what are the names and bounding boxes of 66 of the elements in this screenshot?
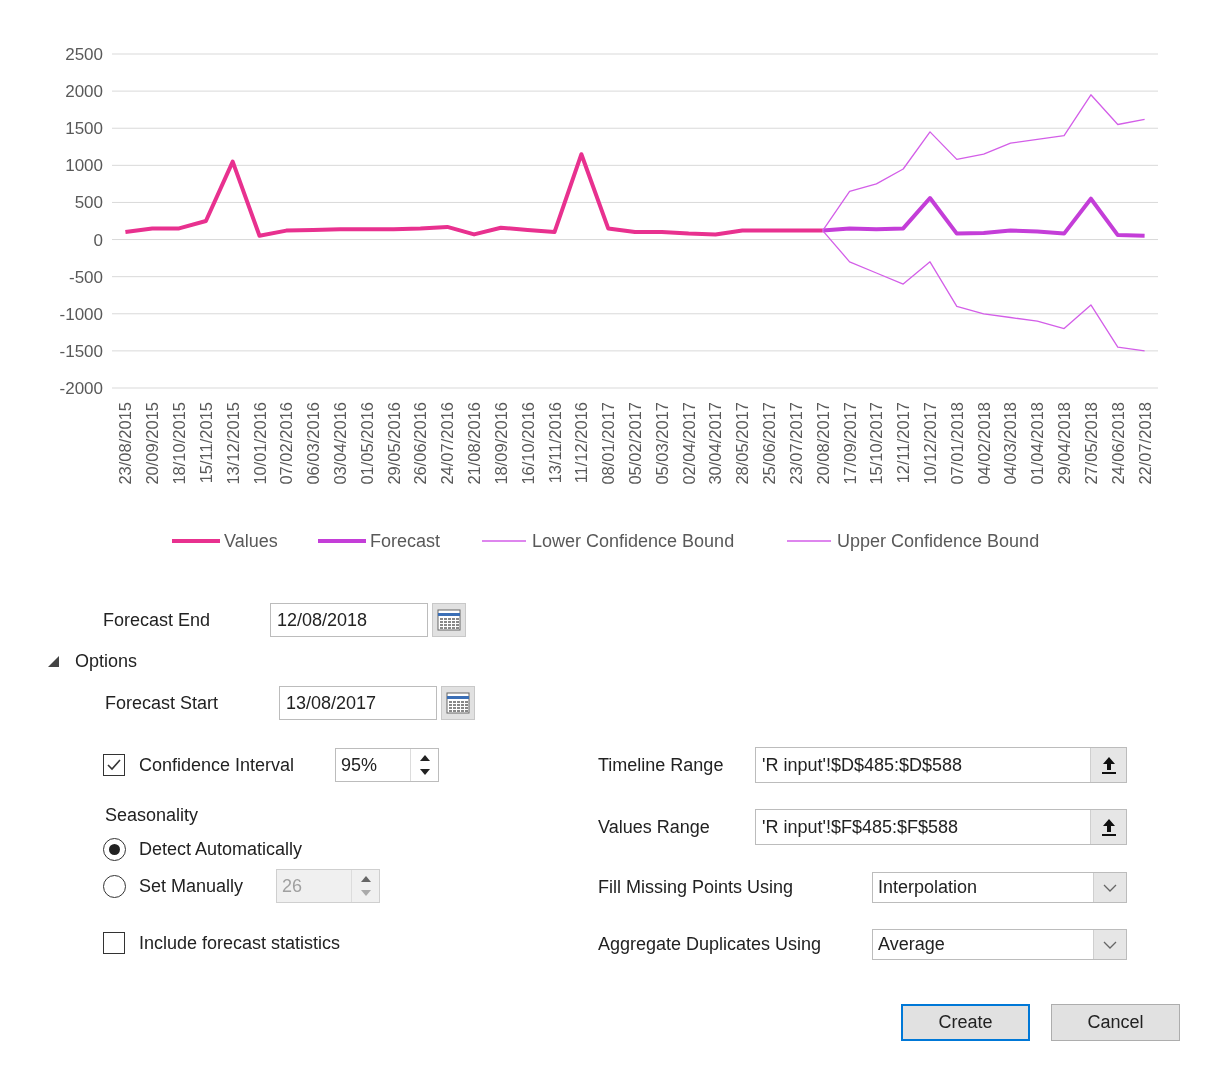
x-axis-label: 29/04/2018: [1055, 402, 1074, 485]
y-axis-label: 0: [93, 230, 103, 250]
field-label: Aggregate Duplicates Using: [598, 933, 823, 956]
group-label: Seasonality: [104, 804, 199, 827]
y-axis-label: -2000: [59, 379, 103, 398]
x-axis-label: 05/02/2017: [626, 402, 644, 485]
x-axis-label: 24/07/2016: [438, 402, 457, 485]
legend-label: Lower Confidence Bound: [532, 531, 735, 551]
x-axis-label: 29/05/2016: [384, 402, 403, 485]
x-axis-label: 13/12/2015: [223, 402, 242, 485]
spinner-value: 95%: [340, 754, 379, 777]
x-axis-label: 16/10/2016: [518, 402, 537, 485]
x-axis-label: 10/01/2016: [250, 402, 269, 485]
x-axis-label: 23/07/2017: [786, 402, 805, 485]
field-label: Timeline Range: [598, 753, 725, 777]
dropdown-value: Average: [877, 933, 946, 956]
x-axis-label: 08/01/2017: [599, 402, 618, 485]
legend-label: Forecast: [370, 531, 441, 551]
x-axis-label: 26/06/2016: [411, 402, 430, 485]
field-label: Values Range: [598, 815, 711, 839]
x-axis-label: 01/05/2016: [357, 402, 376, 485]
y-axis-label: -1000: [59, 304, 103, 324]
field-label: Forecast End: [103, 608, 212, 632]
legend-label: Upper Confidence Bound: [837, 531, 1040, 551]
x-axis-label: 02/04/2017: [679, 402, 698, 485]
x-axis-label: 04/02/2018: [974, 402, 993, 485]
field-label: Forecast Start: [105, 691, 220, 715]
x-axis-label: 06/03/2016: [304, 402, 323, 485]
x-axis-label: 07/01/2018: [947, 402, 966, 485]
range-value: 'R input'!$D$485:$D$588: [761, 754, 963, 777]
x-axis-label: 24/06/2018: [1108, 402, 1127, 485]
y-axis-label: 1000: [65, 156, 103, 176]
y-axis-label: 2000: [65, 82, 103, 102]
x-axis-label: 10/12/2017: [921, 402, 940, 485]
y-axis-label: 2500: [65, 45, 103, 64]
x-axis-label: 20/09/2015: [143, 402, 162, 485]
range-value: 'R input'!$F$485:$F$588: [761, 816, 959, 839]
x-axis-label: 22/07/2018: [1135, 402, 1154, 485]
y-axis-label: -1500: [59, 341, 103, 361]
y-axis-label: 500: [74, 193, 103, 213]
x-axis-label: 20/08/2017: [813, 402, 832, 485]
x-axis-label: 12/11/2017: [894, 402, 913, 484]
x-axis-label: 21/08/2016: [465, 402, 484, 485]
x-axis-label: 23/08/2015: [116, 402, 135, 485]
x-axis-label: 25/06/2017: [760, 402, 779, 485]
legend-label: Values: [224, 531, 278, 551]
x-axis-label: 15/11/2015: [196, 402, 215, 484]
x-axis-label: 11/12/2016: [572, 402, 591, 484]
x-axis-label: 18/09/2016: [491, 402, 510, 485]
x-axis-label: 13/11/2016: [545, 402, 564, 484]
x-axis-label: 17/09/2017: [840, 402, 859, 485]
x-axis-label: 27/05/2018: [1081, 402, 1100, 485]
x-axis-label: 15/10/2017: [867, 402, 886, 485]
x-axis-label: 01/04/2018: [1028, 402, 1047, 485]
y-axis-label: -500: [68, 267, 103, 287]
x-axis-label: 28/05/2017: [733, 402, 752, 485]
dropdown-value: Interpolation: [877, 876, 979, 899]
x-axis-label: 07/02/2016: [277, 402, 296, 485]
y-axis-label: 1500: [65, 119, 103, 139]
spinner-value: 26: [281, 875, 304, 898]
field-label: Fill Missing Points Using: [598, 876, 795, 899]
x-axis-label: 30/04/2017: [706, 402, 725, 485]
x-axis-label: 03/04/2016: [330, 402, 349, 485]
x-axis-label: 04/03/2018: [1001, 402, 1020, 485]
x-axis-label: 18/10/2015: [170, 402, 189, 485]
x-axis-label: 05/03/2017: [652, 402, 671, 485]
